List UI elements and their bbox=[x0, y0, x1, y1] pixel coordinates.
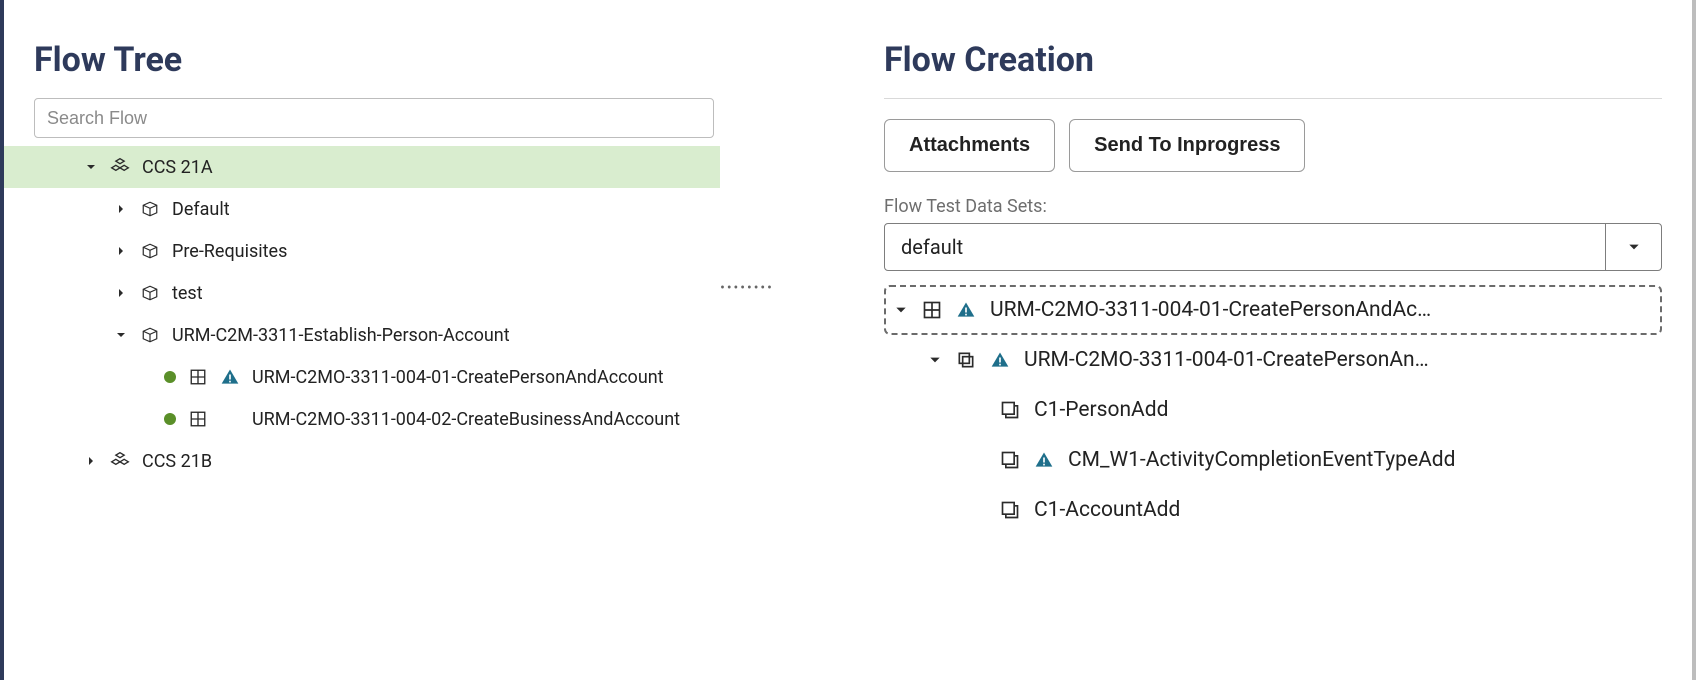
expand-toggle-icon[interactable] bbox=[84, 454, 98, 468]
tree-item-ccs-21a[interactable]: CCS 21A bbox=[4, 146, 720, 188]
fc-item-label: CM_W1-ActivityCompletionEventTypeAdd bbox=[1068, 448, 1455, 472]
flow-step-icon bbox=[1000, 450, 1020, 470]
warning-icon bbox=[1034, 450, 1054, 470]
fc-leaf-person-add[interactable]: C1-PersonAdd bbox=[884, 385, 1662, 435]
fc-item-label: URM-C2MO-3311-004-01-CreatePersonAn… bbox=[1024, 348, 1429, 372]
fc-root-item[interactable]: URM-C2MO-3311-004-01-CreatePersonAndAc… bbox=[884, 285, 1662, 335]
fc-item-label: URM-C2MO-3311-004-01-CreatePersonAndAc… bbox=[990, 298, 1431, 322]
expand-toggle-icon[interactable] bbox=[114, 328, 128, 342]
fc-item-label: C1-PersonAdd bbox=[1034, 398, 1168, 422]
tree-item-label: CCS 21A bbox=[142, 157, 213, 178]
flow-creation-panel: Flow Creation Attachments Send To Inprog… bbox=[774, 0, 1696, 680]
tree-item-pre-requisites[interactable]: Pre-Requisites bbox=[4, 230, 720, 272]
flow-tree: CCS 21A Default bbox=[4, 146, 720, 482]
tree-item-test[interactable]: test bbox=[4, 272, 720, 314]
fc-leaf-activity-completion[interactable]: CM_W1-ActivityCompletionEventTypeAdd bbox=[884, 435, 1662, 485]
project-icon bbox=[110, 451, 130, 471]
tree-item-urm-establish[interactable]: URM-C2M-3311-Establish-Person-Account bbox=[4, 314, 720, 356]
tree-item-ccs-21b[interactable]: CCS 21B bbox=[4, 440, 720, 482]
status-dot-icon bbox=[164, 371, 176, 383]
package-icon bbox=[140, 199, 160, 219]
expand-toggle-icon[interactable] bbox=[84, 160, 98, 174]
datasets-label: Flow Test Data Sets: bbox=[884, 196, 1662, 217]
search-input[interactable] bbox=[34, 98, 714, 138]
flow-step-icon bbox=[1000, 500, 1020, 520]
warning-icon bbox=[990, 350, 1010, 370]
tree-item-label: Pre-Requisites bbox=[172, 241, 287, 262]
expand-toggle-icon[interactable] bbox=[114, 286, 128, 300]
expand-toggle-icon[interactable] bbox=[114, 244, 128, 258]
status-dot-icon bbox=[164, 413, 176, 425]
flow-creation-tree: URM-C2MO-3311-004-01-CreatePersonAndAc… … bbox=[884, 285, 1662, 535]
tree-item-label: Default bbox=[172, 199, 230, 220]
package-icon bbox=[140, 283, 160, 303]
tree-item-label: CCS 21B bbox=[142, 451, 212, 472]
project-icon bbox=[110, 157, 130, 177]
grid-icon bbox=[922, 300, 942, 320]
datasets-select-toggle[interactable] bbox=[1605, 224, 1661, 270]
fc-item-label: C1-AccountAdd bbox=[1034, 498, 1180, 522]
flow-step-icon bbox=[1000, 400, 1020, 420]
expand-toggle-icon[interactable] bbox=[894, 303, 908, 317]
send-to-inprogress-button[interactable]: Send To Inprogress bbox=[1069, 119, 1305, 172]
attachments-button[interactable]: Attachments bbox=[884, 119, 1055, 172]
warning-icon bbox=[956, 300, 976, 320]
datasets-select[interactable]: default bbox=[884, 223, 1662, 271]
panel-splitter[interactable]: •••••••• bbox=[720, 0, 774, 680]
action-button-row: Attachments Send To Inprogress bbox=[884, 119, 1662, 172]
tree-item-label: URM-C2MO-3311-004-01-CreatePersonAndAcco… bbox=[252, 367, 664, 388]
package-icon bbox=[140, 241, 160, 261]
flow-tree-title: Flow Tree bbox=[34, 40, 720, 80]
package-icon bbox=[140, 325, 160, 345]
grid-icon bbox=[188, 367, 208, 387]
copy-icon bbox=[956, 350, 976, 370]
flow-creation-title: Flow Creation bbox=[884, 40, 1662, 80]
expand-toggle-icon[interactable] bbox=[114, 202, 128, 216]
tree-item-default[interactable]: Default bbox=[4, 188, 720, 230]
expand-toggle-icon[interactable] bbox=[928, 353, 942, 367]
fc-sub-item[interactable]: URM-C2MO-3311-004-01-CreatePersonAn… bbox=[884, 335, 1662, 385]
tree-item-urm-004-02[interactable]: URM-C2MO-3311-004-02-CreateBusinessAndAc… bbox=[4, 398, 720, 440]
tree-item-label: test bbox=[172, 283, 203, 304]
search-input-wrap bbox=[34, 98, 720, 138]
fc-leaf-account-add[interactable]: C1-AccountAdd bbox=[884, 485, 1662, 535]
datasets-select-value: default bbox=[885, 224, 1605, 270]
grid-icon bbox=[188, 409, 208, 429]
warning-icon bbox=[220, 367, 240, 387]
tree-item-label: URM-C2MO-3311-004-02-CreateBusinessAndAc… bbox=[252, 409, 680, 430]
tree-item-label: URM-C2M-3311-Establish-Person-Account bbox=[172, 325, 510, 346]
tree-item-urm-004-01[interactable]: URM-C2MO-3311-004-01-CreatePersonAndAcco… bbox=[4, 356, 720, 398]
flow-tree-panel: Flow Tree CCS 21A bbox=[0, 0, 720, 680]
divider bbox=[884, 98, 1662, 99]
